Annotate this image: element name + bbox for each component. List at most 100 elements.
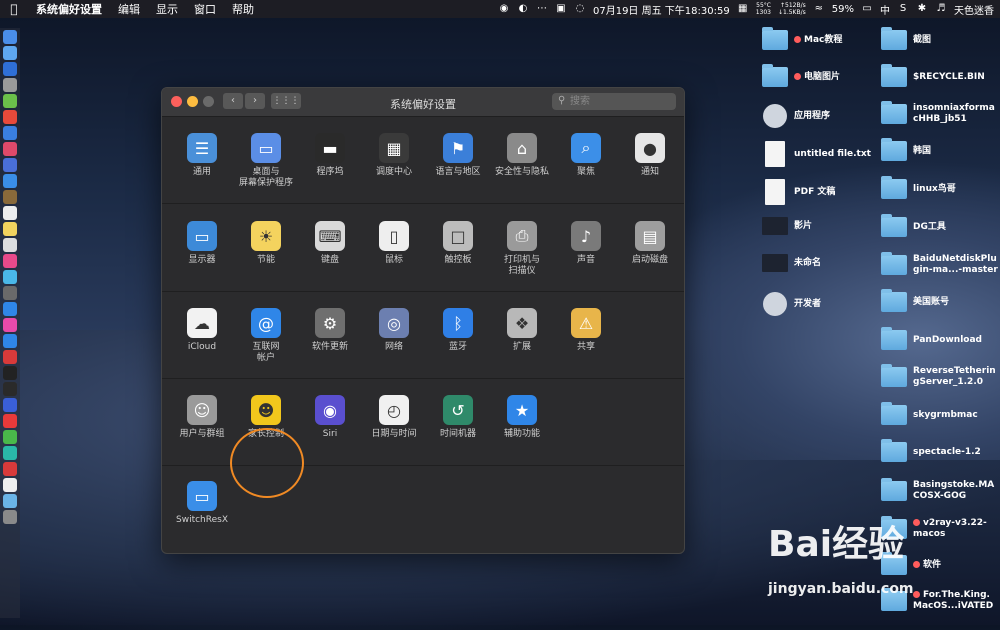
pref-pane-accessibility[interactable]: ★ 辅助功能 [490, 395, 554, 440]
dock-activity-icon[interactable] [3, 382, 17, 396]
dock-app4-icon[interactable] [3, 158, 17, 172]
dock-app6-icon[interactable] [3, 190, 17, 204]
pref-pane-general[interactable]: ☰ 通用 [170, 133, 234, 178]
pref-pane-users[interactable]: ☺ 用户与群组 [170, 395, 234, 440]
pref-pane-house[interactable]: ⌂ 安全性与隐私 [490, 133, 554, 178]
desktop-item[interactable]: PDF 文稿 [762, 179, 835, 205]
pref-pane-gear[interactable]: ⚙ 软件更新 [298, 308, 362, 353]
dock-android-icon[interactable] [3, 94, 17, 108]
dock-terminal-icon[interactable] [3, 366, 17, 380]
desktop-item[interactable]: 应用程序 [762, 104, 830, 128]
pref-pane-at[interactable]: @ 互联网 帐户 [234, 308, 298, 364]
pref-pane-sharing[interactable]: ⚠ 共享 [554, 308, 618, 353]
dock-yandex-icon[interactable] [3, 414, 17, 428]
dock-netease-icon[interactable] [3, 462, 17, 476]
pref-pane-keyboard[interactable]: ⌨ 键盘 [298, 221, 362, 266]
dock-photos-icon[interactable] [3, 254, 17, 268]
battery-icon[interactable]: ▭ [861, 3, 873, 15]
pref-pane-notifications[interactable]: ● 通知 [618, 133, 682, 178]
volume-icon[interactable]: ♬ [935, 3, 947, 15]
pref-pane-globe[interactable]: ◎ 网络 [362, 308, 426, 353]
app-menu-icon[interactable]: ▦ [737, 3, 749, 15]
desktop-folder[interactable]: PanDownload [881, 327, 982, 350]
pref-pane-printer[interactable]: ⎙ 打印机与 扫描仪 [490, 221, 554, 277]
desktop-item[interactable]: 影片 [762, 217, 812, 235]
wifi-icon[interactable]: ≈ [813, 3, 825, 15]
pref-pane-dock[interactable]: ▬ 程序坞 [298, 133, 362, 178]
dock-folder-icon[interactable] [3, 494, 17, 508]
pref-pane-icloud[interactable]: ☁ iCloud [170, 308, 234, 353]
dock-safari-icon[interactable] [3, 62, 17, 76]
desktop-folder[interactable]: linux鸟哥 [881, 176, 956, 199]
desktop-item[interactable]: untitled file.txt [762, 141, 871, 167]
menu-help[interactable]: 帮助 [224, 1, 262, 17]
pref-pane-clock[interactable]: ◴ 日期与时间 [362, 395, 426, 440]
dock-finder-icon[interactable] [3, 30, 17, 44]
pref-pane-time-machine[interactable]: ↺ 时间机器 [426, 395, 490, 440]
dock-calendar-icon[interactable] [3, 206, 17, 220]
desktop-folder[interactable]: BaiduNetdiskPlu gin-ma...-master [881, 252, 998, 276]
desktop-folder[interactable]: $RECYCLE.BIN [881, 64, 985, 87]
dock-appstore-icon[interactable] [3, 334, 17, 348]
menu-edit[interactable]: 编辑 [110, 1, 148, 17]
globe-menu-icon[interactable]: ◌ [574, 3, 586, 15]
dock-prefs-icon[interactable] [3, 286, 17, 300]
dock-vivaldi-icon[interactable] [3, 350, 17, 364]
pref-pane-siri[interactable]: ◉ Siri [298, 395, 362, 440]
pref-pane-bulb[interactable]: ☀ 节能 [234, 221, 298, 266]
input-method[interactable]: 中 [880, 2, 890, 17]
desktop-folder[interactable]: ReverseTetherin gServer_1.2.0 [881, 364, 996, 388]
pref-pane-flag[interactable]: ⚑ 语言与地区 [426, 133, 490, 178]
display-menu-icon[interactable]: ▣ [555, 3, 567, 15]
dock-app3-icon[interactable] [3, 142, 17, 156]
desktop-folder[interactable]: insomniaxforma cHHB_jb51 [881, 101, 995, 125]
desktop-folder[interactable]: 截图 [881, 27, 931, 50]
pref-pane-puzzle[interactable]: ❖ 扩展 [490, 308, 554, 353]
pref-pane-desktop[interactable]: ▭ 桌面与 屏幕保护程序 [234, 133, 298, 189]
apple-menu-icon[interactable]:  [0, 2, 28, 16]
desktop-folder[interactable]: 美国账号 [881, 289, 949, 312]
desktop-folder[interactable]: DG工具 [881, 214, 946, 237]
desktop-item[interactable]: 未命名 [762, 254, 821, 272]
desktop-folder[interactable]: skygrmbmac [881, 402, 978, 425]
desktop-item[interactable]: 开发者 [762, 292, 821, 316]
desktop-folder[interactable]: 韩国 [881, 138, 931, 161]
sogou-icon[interactable]: S [897, 3, 909, 15]
dock-app-icon[interactable] [3, 78, 17, 92]
desktop-folder[interactable]: spectacle-1.2 [881, 439, 981, 462]
menu-window[interactable]: 窗口 [186, 1, 224, 17]
dock-vpn-icon[interactable] [3, 398, 17, 412]
pref-pane-display[interactable]: ▭ 显示器 [170, 221, 234, 266]
search-input[interactable] [552, 93, 676, 110]
pref-pane-monitor[interactable]: ▭ SwitchResX [170, 481, 234, 526]
user-name[interactable]: 天色迷香 [954, 2, 994, 17]
speedometer-icon[interactable]: ◐ [517, 3, 529, 15]
pref-pane-speaker[interactable]: ♪ 声音 [554, 221, 618, 266]
pref-pane-mission-control[interactable]: ▦ 调度中心 [362, 133, 426, 178]
menu-view[interactable]: 显示 [148, 1, 186, 17]
pref-pane-disk[interactable]: ▤ 启动磁盘 [618, 221, 682, 266]
dock-app5-icon[interactable] [3, 174, 17, 188]
desktop-item[interactable]: Mac教程 [762, 27, 842, 50]
dock-notes-icon[interactable] [3, 222, 17, 236]
dock-launchpad-icon[interactable] [3, 46, 17, 60]
pref-pane-mouse[interactable]: ▯ 鼠标 [362, 221, 426, 266]
dock-reminders-icon[interactable] [3, 238, 17, 252]
dock-wechat-icon[interactable] [3, 430, 17, 444]
datetime-label[interactable]: 07月19日 周五 下午18:30:59 [593, 2, 730, 17]
dock-messages-icon[interactable] [3, 270, 17, 284]
bluetooth-menu-icon[interactable]: ✱ [916, 3, 928, 15]
dock-music-icon[interactable] [3, 318, 17, 332]
pref-pane-bluetooth[interactable]: ᛒ 蓝牙 [426, 308, 490, 353]
ghost-icon[interactable]: ◉ [498, 3, 510, 15]
dock-chrome-icon[interactable] [3, 110, 17, 124]
desktop-item[interactable]: 电脑图片 [762, 64, 840, 87]
dock-app8-icon[interactable] [3, 446, 17, 460]
dock-app2-icon[interactable] [3, 126, 17, 140]
dock-app7-icon[interactable] [3, 302, 17, 316]
pref-pane-trackpad[interactable]: □ 触控板 [426, 221, 490, 266]
dots-icon[interactable]: ⋯ [536, 3, 548, 15]
battery-percent[interactable]: 59% [832, 4, 854, 15]
dock-trash-icon[interactable] [3, 510, 17, 524]
dock-preview-icon[interactable] [3, 478, 17, 492]
